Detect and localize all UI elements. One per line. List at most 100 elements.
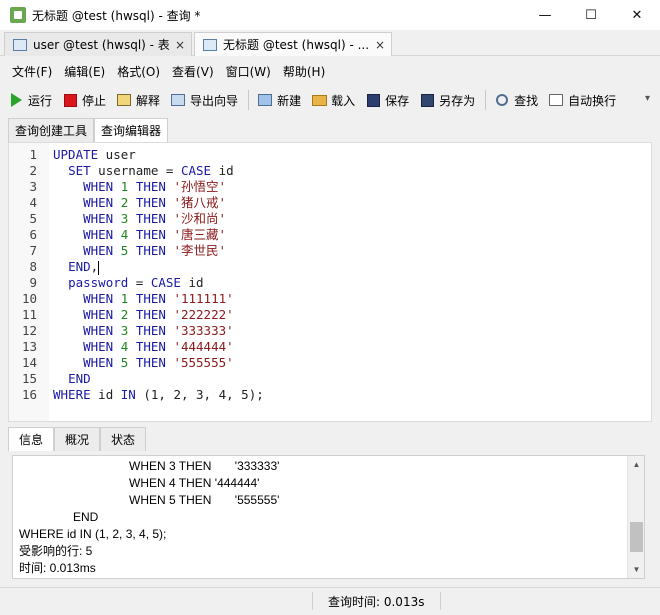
scroll-up-icon[interactable]: ▲ <box>628 456 645 473</box>
query-icon <box>203 38 217 51</box>
sql-code: WHEN 2 THEN '222222' <box>83 307 234 322</box>
sql-code: SET username = CASE id <box>68 163 234 178</box>
scroll-down-icon[interactable]: ▼ <box>628 561 645 578</box>
line-number: 11 <box>21 307 37 322</box>
scroll-thumb[interactable] <box>630 522 643 552</box>
new-query-icon <box>257 92 273 108</box>
save-as-icon <box>419 92 435 108</box>
line-number: 5 <box>29 211 37 226</box>
editor-mode-tabs: 查询创建工具 查询编辑器 <box>8 118 169 142</box>
status-separator <box>312 592 313 610</box>
line-number: 8 <box>29 259 37 274</box>
sql-code: WHEN 3 THEN '333333' <box>83 323 234 338</box>
menu-file[interactable]: 文件(F) <box>6 63 58 80</box>
new-button[interactable]: 新建 <box>257 92 301 109</box>
status-bar: 查询时间: 0.013s <box>0 587 660 613</box>
menu-edit[interactable]: 编辑(E) <box>58 63 111 80</box>
tab-status[interactable]: 状态 <box>100 427 147 451</box>
tab-query-builder[interactable]: 查询创建工具 <box>8 118 95 142</box>
menu-bar: 文件(F) 编辑(E) 格式(O) 查看(V) 窗口(W) 帮助(H) <box>0 60 660 82</box>
output-line: WHERE id IN (1, 2, 3, 4, 5); <box>19 527 167 541</box>
toolbar-separator <box>485 90 487 110</box>
search-icon <box>494 92 510 108</box>
tab-message[interactable]: 信息 <box>8 427 55 451</box>
word-wrap-button[interactable]: 自动换行 <box>548 92 616 109</box>
explain-icon <box>116 92 132 108</box>
table-icon <box>13 38 27 51</box>
tab-close-icon[interactable]: × <box>175 38 185 52</box>
title-bar: 无标题 @test (hwsql) - 查询 * — ☐ ✕ <box>0 0 660 30</box>
vertical-scrollbar[interactable]: ▲ ▼ <box>627 456 644 578</box>
sql-code: WHEN 3 THEN '沙和尚' <box>83 211 227 226</box>
output-line: WHEN 4 THEN '444444' <box>129 476 260 490</box>
line-number: 10 <box>21 291 37 306</box>
text-caret <box>98 260 100 275</box>
sql-code: END, <box>68 259 100 275</box>
sql-code: WHEN 4 THEN '444444' <box>83 339 234 354</box>
line-number: 6 <box>29 227 37 242</box>
export-icon <box>170 92 186 108</box>
explain-button[interactable]: 解释 <box>116 92 160 109</box>
menu-view[interactable]: 查看(V) <box>166 63 220 80</box>
toolbar: 运行 停止 解释 导出向导 新建 载入 保存 另存为 查找 自动换行 ▾ <box>0 86 660 114</box>
menu-format[interactable]: 格式(O) <box>111 63 166 80</box>
window-controls: — ☐ ✕ <box>522 0 660 30</box>
tab-query-editor[interactable]: 查询编辑器 <box>94 118 169 142</box>
stop-icon <box>62 92 78 108</box>
line-number: 2 <box>29 163 37 178</box>
doc-tab-query[interactable]: 无标题 @test (hwsql) - ... × <box>194 32 392 56</box>
sql-code: END <box>68 371 91 386</box>
sql-code: WHEN 2 THEN '猪八戒' <box>83 195 227 210</box>
menu-window[interactable]: 窗口(W) <box>220 63 277 80</box>
toolbar-separator <box>248 90 250 110</box>
doc-tab-label: 无标题 @test (hwsql) - ... <box>223 38 370 52</box>
line-number: 12 <box>21 323 37 338</box>
sql-editor[interactable]: 1 UPDATE user 2 SET username = CASE id 3 WH… <box>8 142 652 422</box>
find-button[interactable]: 查找 <box>494 92 538 109</box>
close-button[interactable]: ✕ <box>614 0 660 30</box>
play-icon <box>8 92 24 108</box>
sql-code: WHEN 1 THEN '111111' <box>83 291 234 306</box>
output-line: WHEN 5 THEN '555555' <box>129 493 280 507</box>
save-as-button[interactable]: 另存为 <box>419 92 475 109</box>
sql-code: UPDATE user <box>53 147 136 162</box>
document-tabs: user @test (hwsql) - 表 × 无标题 @test (hwsq… <box>0 30 660 56</box>
sql-code: WHEN 1 THEN '孙悟空' <box>83 179 227 194</box>
line-number: 13 <box>21 339 37 354</box>
sql-code: password = CASE id <box>68 275 204 290</box>
save-icon <box>365 92 381 108</box>
tab-close-icon[interactable]: × <box>375 38 385 52</box>
minimize-button[interactable]: — <box>522 0 568 30</box>
line-number: 1 <box>29 147 37 162</box>
sql-code: WHEN 4 THEN '唐三藏' <box>83 227 227 242</box>
run-button[interactable]: 运行 <box>8 92 52 109</box>
line-number: 9 <box>29 275 37 290</box>
folder-icon <box>311 92 327 108</box>
line-number: 14 <box>21 355 37 370</box>
doc-tab-user-table[interactable]: user @test (hwsql) - 表 × <box>4 32 192 56</box>
sql-code: WHEN 5 THEN '李世民' <box>83 243 227 258</box>
doc-tab-label: user @test (hwsql) - 表 <box>33 38 170 52</box>
line-number: 3 <box>29 179 37 194</box>
affected-rows: 受影响的行: 5 <box>19 544 93 558</box>
load-button[interactable]: 载入 <box>311 92 355 109</box>
app-icon <box>10 7 26 23</box>
toolbar-overflow-icon[interactable]: ▾ <box>645 93 650 104</box>
save-button[interactable]: 保存 <box>365 92 409 109</box>
line-number: 7 <box>29 243 37 258</box>
export-wizard-button[interactable]: 导出向导 <box>170 92 238 109</box>
word-wrap-icon <box>548 92 564 108</box>
window-title: 无标题 @test (hwsql) - 查询 * <box>32 8 201 23</box>
elapsed-time: 时间: 0.013ms <box>19 561 96 575</box>
line-number: 16 <box>21 387 37 402</box>
tab-profile[interactable]: 概况 <box>54 427 101 451</box>
status-separator <box>440 592 441 610</box>
menu-help[interactable]: 帮助(H) <box>277 63 331 80</box>
output-line: WHEN 3 THEN '333333' <box>129 459 280 473</box>
stop-button[interactable]: 停止 <box>62 92 106 109</box>
sql-code: WHEN 5 THEN '555555' <box>83 355 234 370</box>
query-time: 查询时间: 0.013s <box>328 595 425 609</box>
maximize-button[interactable]: ☐ <box>568 0 614 30</box>
line-number: 15 <box>21 371 37 386</box>
message-output: WHEN 3 THEN '333333' WHEN 4 THEN '444444… <box>12 455 645 579</box>
